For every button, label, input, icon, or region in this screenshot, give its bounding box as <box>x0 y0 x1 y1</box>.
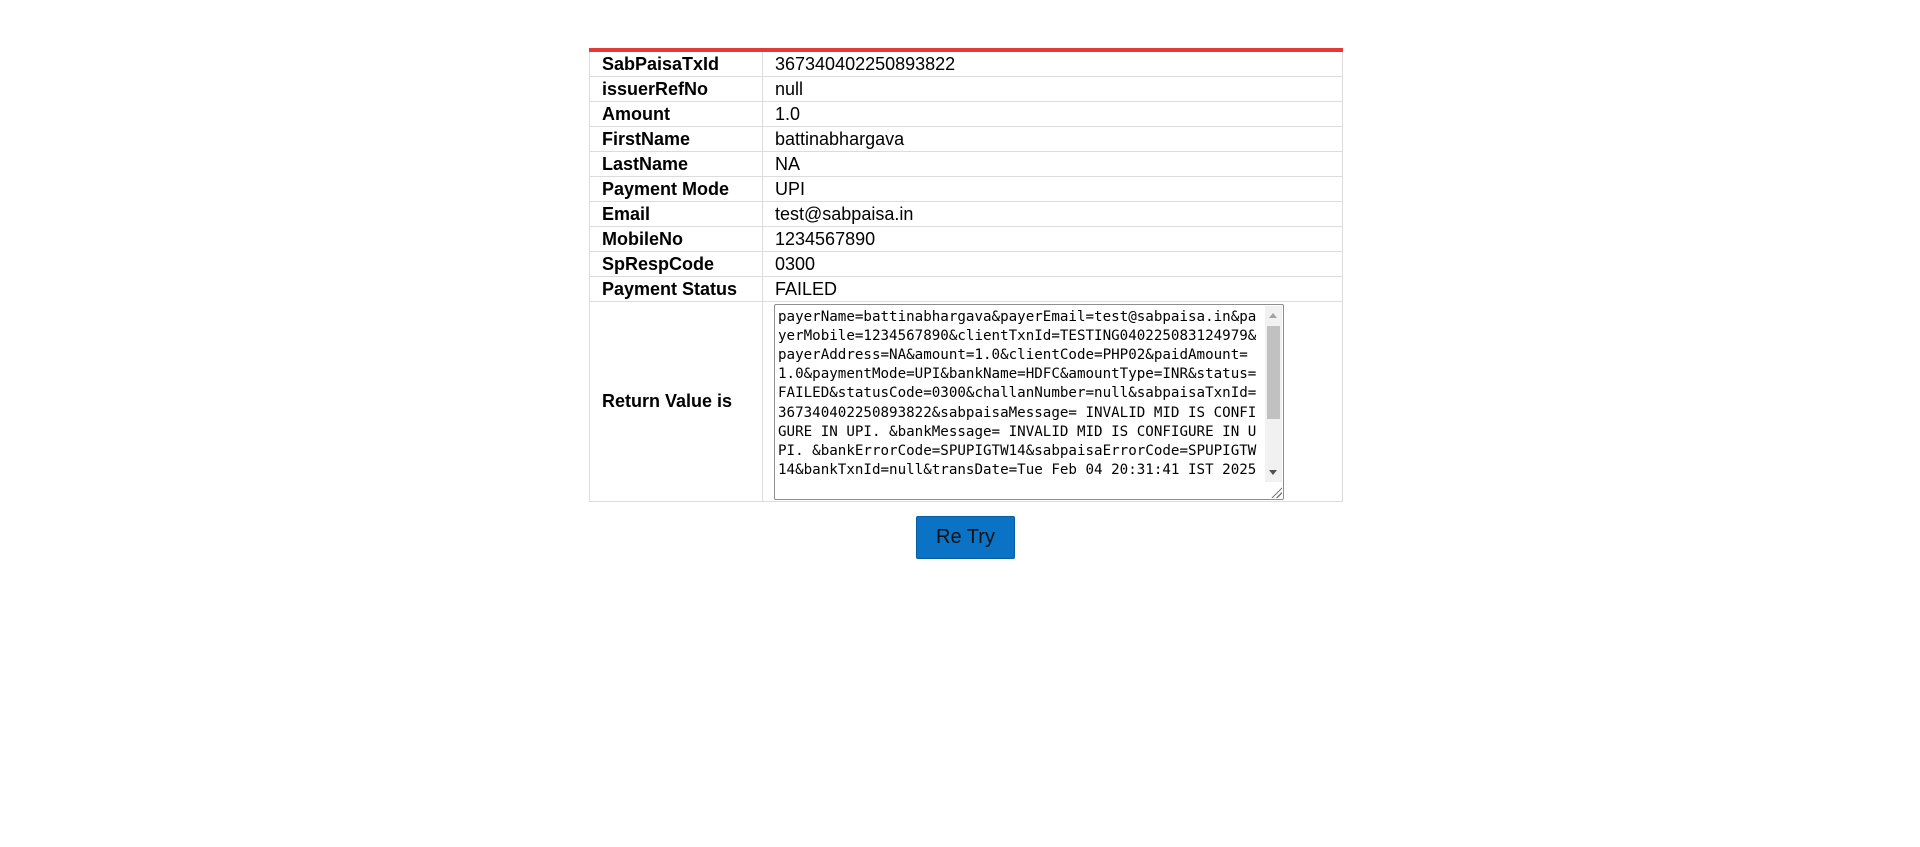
table-row: Payment Mode UPI <box>589 176 1343 202</box>
retry-button[interactable]: Re Try <box>916 516 1015 559</box>
row-label: Email <box>589 201 763 227</box>
transaction-details-table: SabPaisaTxId 367340402250893822 issuerRe… <box>589 48 1343 502</box>
scrollbar-thumb[interactable] <box>1267 325 1280 419</box>
return-value-cell: payerName=battinabhargava&payerEmail=tes… <box>762 301 1343 502</box>
table-row: LastName NA <box>589 151 1343 177</box>
table-row: Payment Status FAILED <box>589 276 1343 302</box>
scroll-up-arrow-icon[interactable] <box>1269 312 1277 318</box>
row-value: battinabhargava <box>762 126 1343 152</box>
row-label: FirstName <box>589 126 763 152</box>
table-row: FirstName battinabhargava <box>589 126 1343 152</box>
table-row: SpRespCode 0300 <box>589 251 1343 277</box>
row-value: null <box>762 76 1343 102</box>
row-label: MobileNo <box>589 226 763 252</box>
scroll-down-arrow-icon[interactable] <box>1269 469 1277 475</box>
table-row: SabPaisaTxId 367340402250893822 <box>589 49 1343 77</box>
table-row: Email test@sabpaisa.in <box>589 201 1343 227</box>
row-label: SabPaisaTxId <box>589 49 763 77</box>
return-value-text[interactable]: payerName=battinabhargava&payerEmail=tes… <box>778 308 1260 498</box>
resize-grip-icon[interactable] <box>1270 485 1282 498</box>
row-label: issuerRefNo <box>589 76 763 102</box>
return-value-label: Return Value is <box>589 301 763 502</box>
row-label: Payment Status <box>589 276 763 302</box>
transaction-result-panel: SabPaisaTxId 367340402250893822 issuerRe… <box>589 48 1343 502</box>
row-label: Amount <box>589 101 763 127</box>
row-value: UPI <box>762 176 1343 202</box>
row-value: 1234567890 <box>762 226 1343 252</box>
row-label: Payment Mode <box>589 176 763 202</box>
row-value: 1.0 <box>762 101 1343 127</box>
return-value-row: Return Value is payerName=battinabhargav… <box>589 301 1343 502</box>
table-row: issuerRefNo null <box>589 76 1343 102</box>
row-value: 0300 <box>762 251 1343 277</box>
return-value-textarea[interactable]: payerName=battinabhargava&payerEmail=tes… <box>774 303 1284 500</box>
table-row: Amount 1.0 <box>589 101 1343 127</box>
vertical-scrollbar[interactable] <box>1265 305 1282 482</box>
row-value: test@sabpaisa.in <box>762 201 1343 227</box>
action-bar: Re Try <box>916 516 1015 559</box>
row-label: LastName <box>589 151 763 177</box>
row-value: 367340402250893822 <box>762 49 1343 77</box>
row-value: FAILED <box>762 276 1343 302</box>
row-value: NA <box>762 151 1343 177</box>
row-label: SpRespCode <box>589 251 763 277</box>
table-row: MobileNo 1234567890 <box>589 226 1343 252</box>
